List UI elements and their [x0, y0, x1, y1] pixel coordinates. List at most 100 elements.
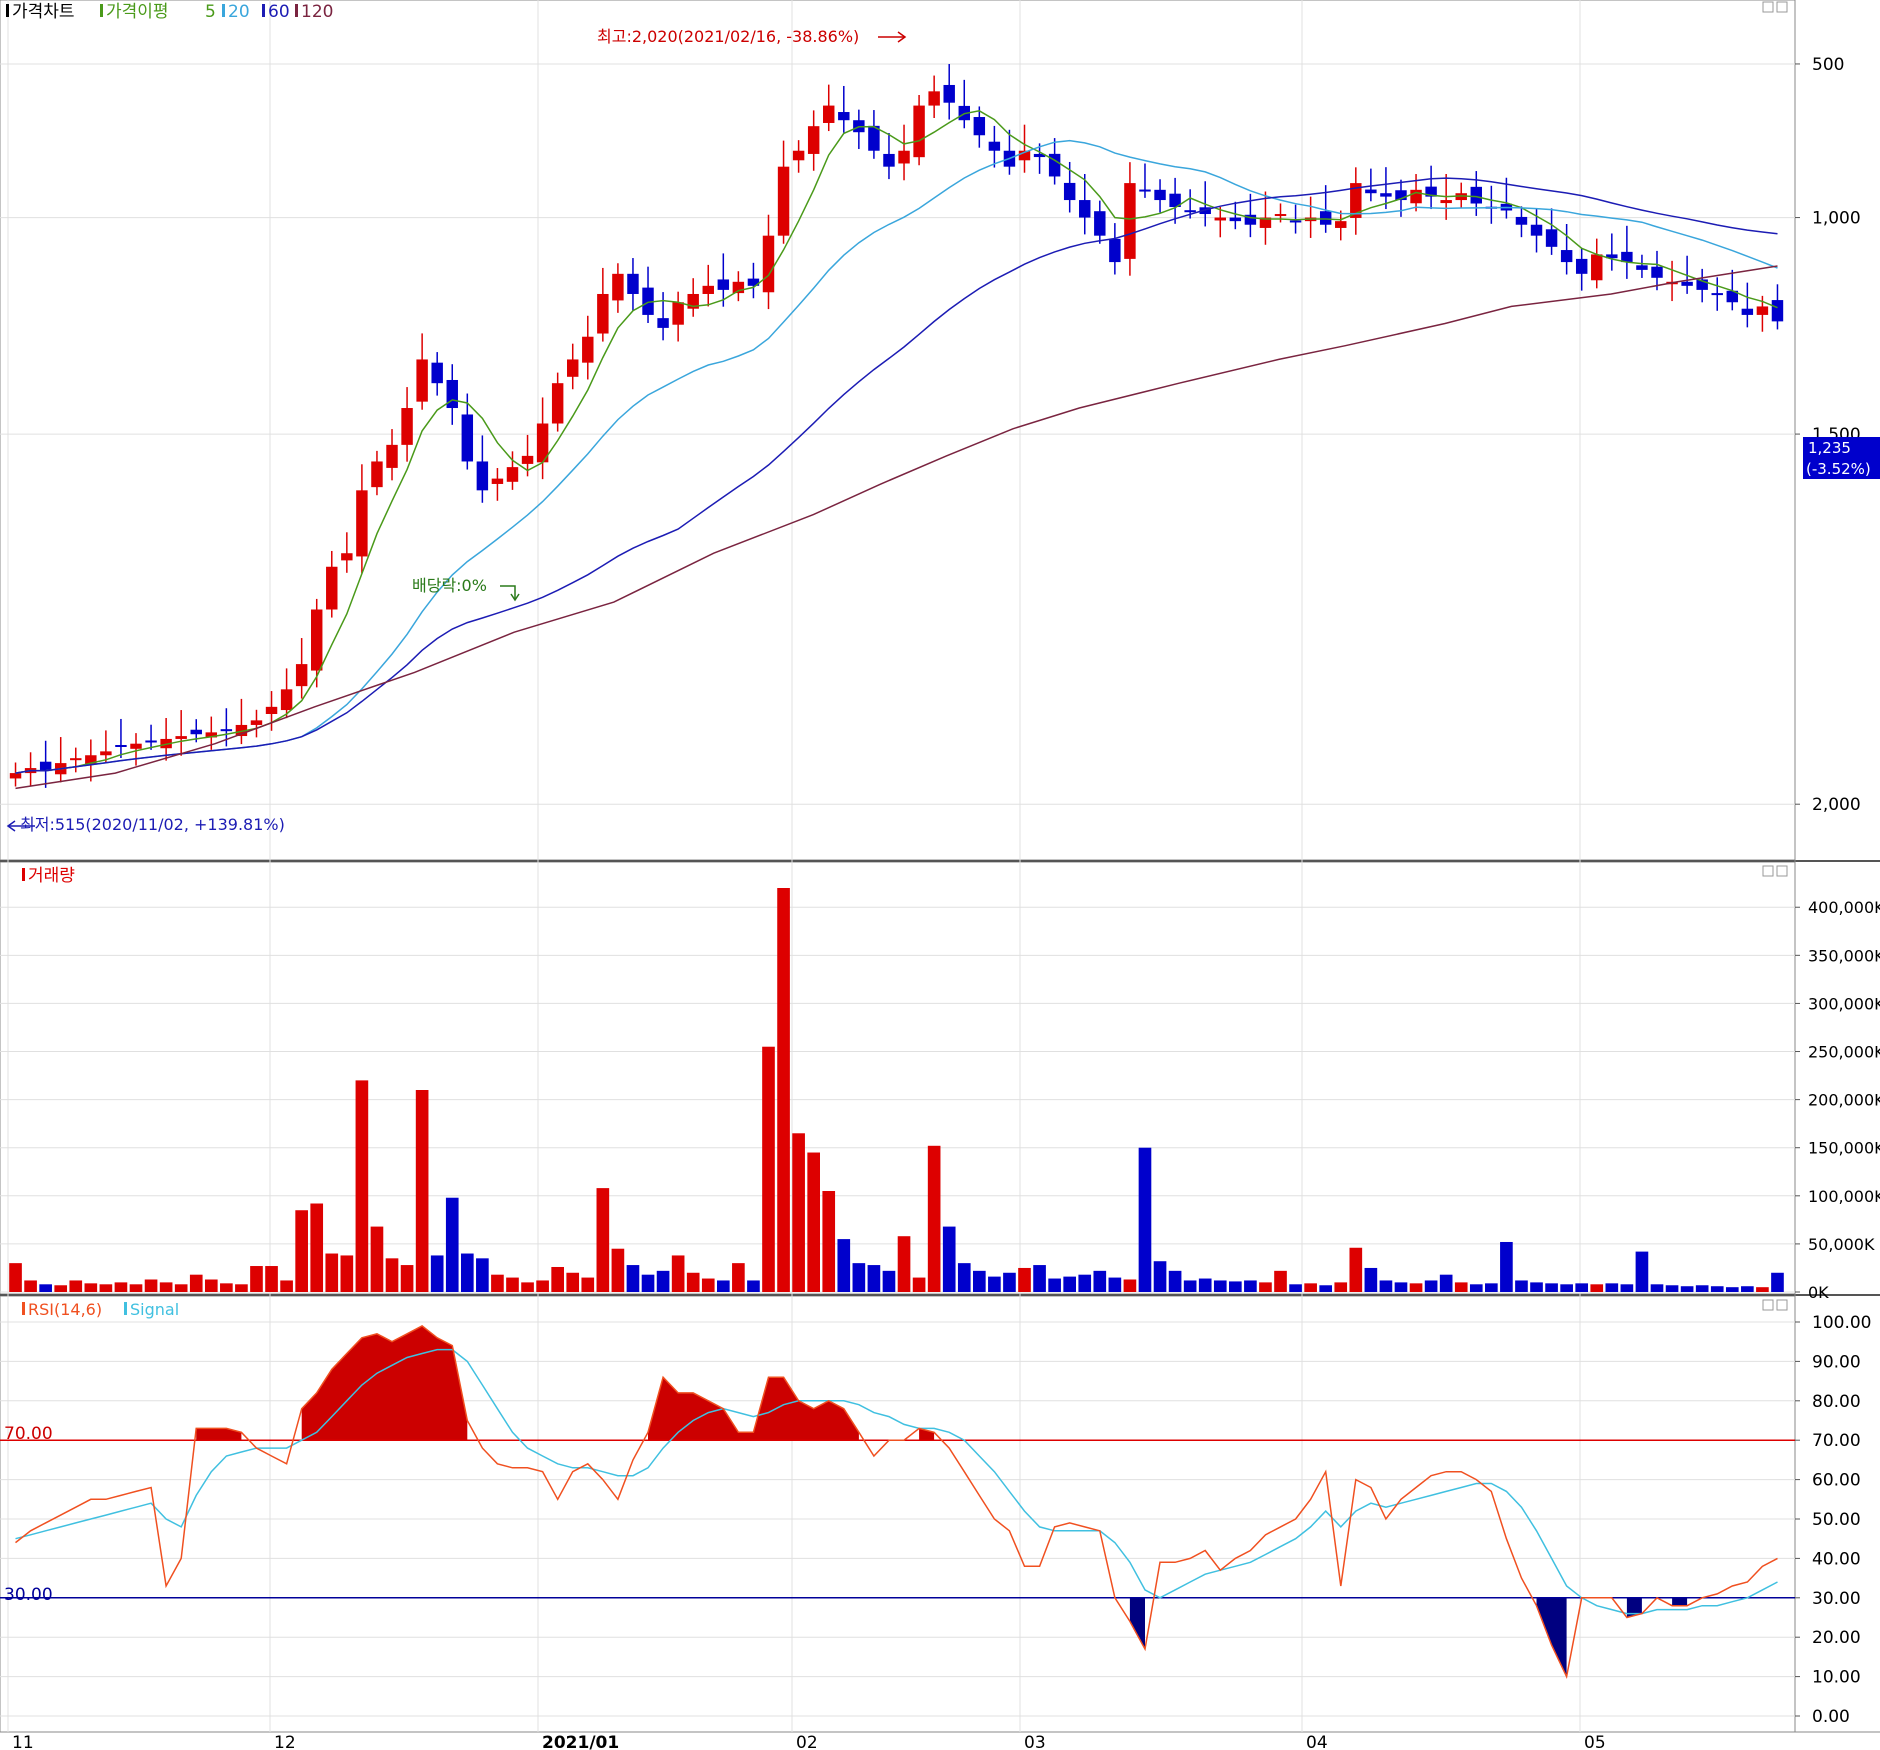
x-axis-label: 11 — [12, 1733, 34, 1750]
candle-body — [386, 444, 398, 468]
volume-bar — [1259, 1282, 1272, 1292]
candle-body — [401, 408, 413, 445]
volume-bar — [1741, 1286, 1754, 1292]
rsi-tick-label: 10.00 — [1812, 1668, 1861, 1688]
volume-bar — [280, 1280, 293, 1292]
volume-bar — [1183, 1280, 1197, 1292]
candle-body — [807, 126, 820, 154]
volume-bar — [159, 1282, 173, 1292]
candle-body — [1094, 211, 1106, 236]
candle-body — [280, 689, 293, 711]
x-axis-label: 03 — [1024, 1733, 1046, 1750]
high-price-annotation: 최고:2,020(2021/02/16, -38.86%) — [597, 27, 859, 46]
volume-bar — [39, 1284, 52, 1292]
candle-body — [356, 490, 368, 557]
candle-body — [1274, 214, 1287, 217]
volume-bar — [1108, 1277, 1122, 1292]
volume-bar — [69, 1280, 83, 1292]
rsi-tick-label: 50.00 — [1812, 1510, 1861, 1530]
volume-bar — [671, 1255, 685, 1292]
volume-bar — [1229, 1281, 1242, 1292]
volume-bar — [1575, 1283, 1589, 1292]
dividend-annotation: 배당락:0% — [412, 576, 487, 595]
volume-bar — [84, 1283, 98, 1292]
candle-body — [130, 743, 142, 749]
candle-body — [175, 736, 187, 739]
minimize-icon[interactable] — [1762, 1, 1774, 13]
candle-body — [582, 336, 594, 363]
volume-bar — [1620, 1284, 1634, 1292]
volume-bar — [1168, 1270, 1182, 1292]
volume-bar — [656, 1270, 670, 1292]
volume-bar — [867, 1265, 881, 1292]
candle-body — [627, 273, 639, 294]
volume-bar — [99, 1284, 113, 1292]
x-axis-label: 02 — [796, 1733, 818, 1750]
current-price-change: (-3.52%) — [1806, 460, 1871, 478]
candle-body — [265, 706, 278, 714]
candle-body — [1184, 210, 1196, 213]
candle-body — [1289, 220, 1302, 223]
volume-bar — [445, 1197, 459, 1292]
volume-bar — [912, 1277, 926, 1292]
volume-tick-label: 200,000K — [1808, 1091, 1880, 1110]
candle-body — [1771, 300, 1784, 322]
rsi-tick-label: 40.00 — [1812, 1549, 1861, 1569]
chart-canvas: 11 12 2021/01 02 03 04 052,0001,5001,000500400… — [0, 0, 1880, 1750]
volume-bar — [1695, 1285, 1709, 1292]
x-axis-label: 05 — [1584, 1733, 1606, 1750]
candle-body — [1711, 293, 1723, 296]
close-icon[interactable] — [1776, 1, 1788, 13]
volume-bar — [1665, 1285, 1679, 1292]
volume-bar — [220, 1283, 233, 1292]
candle-body — [461, 414, 474, 462]
volume-bar — [641, 1274, 655, 1292]
candle-body — [1109, 238, 1121, 263]
volume-bar — [837, 1239, 851, 1292]
volume-tick-label: 0K — [1808, 1283, 1829, 1302]
volume-bar — [1515, 1280, 1528, 1292]
volume-bar — [430, 1255, 444, 1292]
volume-bar — [716, 1280, 730, 1292]
volume-bar — [295, 1210, 308, 1292]
candle-body — [1139, 189, 1151, 192]
candle-body — [973, 117, 986, 136]
volume-bar — [1756, 1287, 1769, 1292]
close-icon[interactable] — [1776, 1299, 1788, 1311]
minimize-icon[interactable] — [1762, 865, 1774, 877]
minimize-icon[interactable] — [1762, 1299, 1774, 1311]
volume-bar — [325, 1253, 339, 1292]
ma60-legend: 60 — [268, 2, 290, 22]
candle-body — [777, 166, 790, 236]
candle-body — [1515, 216, 1528, 225]
volume-bar — [747, 1280, 760, 1292]
candle-body — [446, 379, 458, 409]
candle-body — [672, 302, 684, 325]
rsi-upper-label: 70.00 — [4, 1424, 53, 1444]
candle-body — [1560, 250, 1573, 263]
volume-tick-label: 250,000K — [1808, 1043, 1880, 1062]
candle-body — [341, 553, 353, 561]
rsi-tick-label: 30.00 — [1812, 1589, 1861, 1609]
price-tick-label: 500 — [1812, 55, 1844, 75]
volume-tick-label: 150,000K — [1808, 1139, 1880, 1158]
volume-bar — [54, 1285, 68, 1292]
rsi-tick-label: 70.00 — [1812, 1431, 1861, 1451]
volume-bar — [250, 1266, 263, 1292]
volume-bar — [1244, 1280, 1257, 1292]
volume-bar — [988, 1276, 1001, 1292]
volume-bar — [1650, 1284, 1664, 1292]
candle-body — [838, 112, 850, 121]
stock-chart-window: 11 12 2021/01 02 03 04 05 2,000 1,500 1,000 500 400… — [0, 0, 1880, 1750]
volume-bar — [777, 888, 790, 1292]
volume-bar — [1590, 1284, 1604, 1292]
volume-bar — [1304, 1283, 1317, 1292]
candle-body — [1214, 217, 1226, 221]
ma20-legend: 20 — [228, 2, 250, 22]
volume-bar — [1424, 1280, 1438, 1292]
price-panel — [0, 0, 1796, 861]
close-icon[interactable] — [1776, 865, 1788, 877]
volume-bar — [701, 1278, 715, 1292]
rsi-tick-label: 0.00 — [1812, 1707, 1850, 1727]
volume-bar — [144, 1279, 158, 1292]
